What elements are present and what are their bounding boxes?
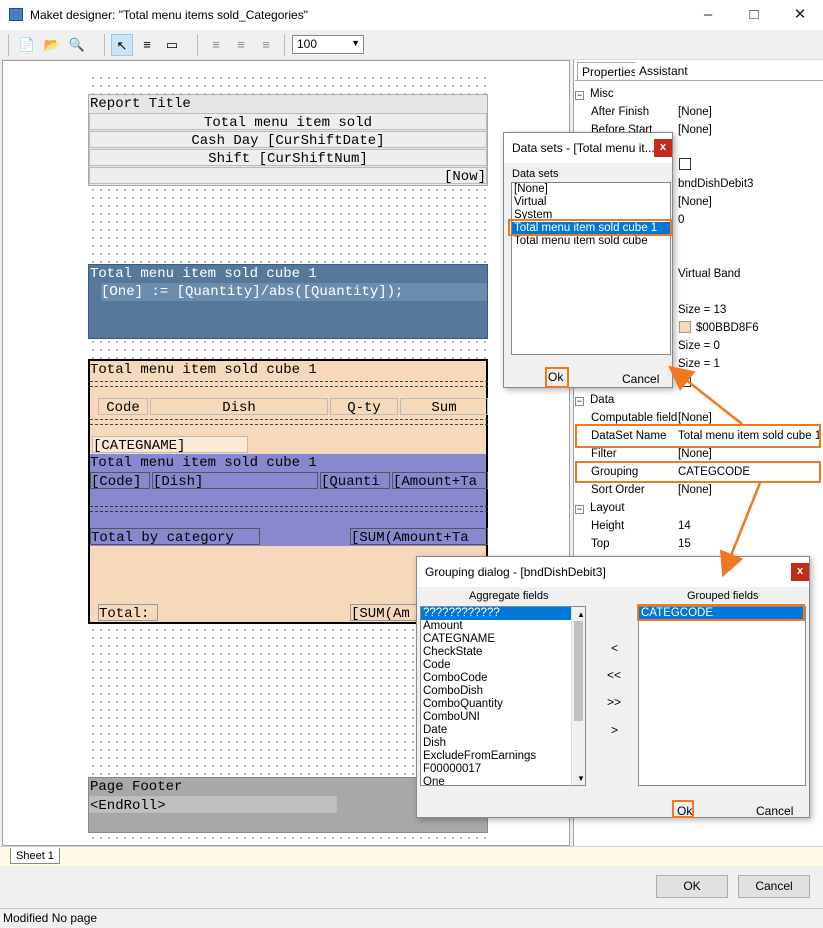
annotation-arrows	[668, 365, 762, 578]
status-bar: Modified No page	[0, 908, 823, 927]
cancel-button[interactable]: Cancel	[738, 875, 810, 898]
ok-button[interactable]: OK	[656, 875, 728, 898]
arrow-grouping	[719, 482, 762, 578]
arrow-dataset	[668, 365, 743, 425]
sheet-bar	[0, 846, 823, 866]
sheet-tab[interactable]: Sheet 1	[10, 848, 60, 864]
